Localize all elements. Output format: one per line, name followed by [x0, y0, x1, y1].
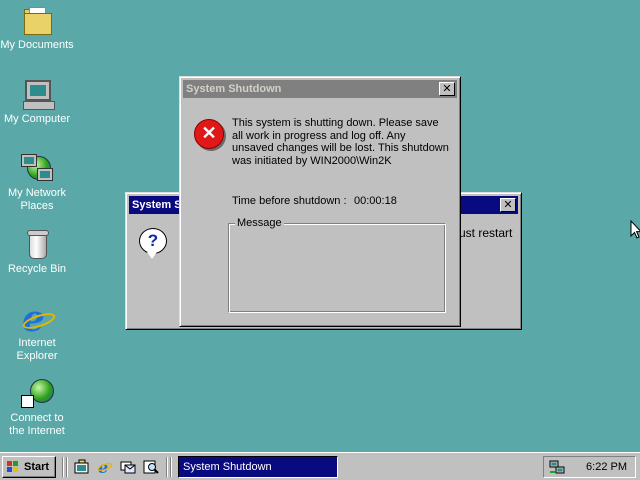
desktop-icon-my-documents[interactable]: My Documents	[0, 4, 75, 52]
background-dialog-text: ust restart	[459, 226, 513, 240]
desktop-icon-label: My Documents	[0, 39, 74, 51]
desktop-icon-label: My Network Places	[7, 187, 67, 212]
shutdown-message: This system is shutting down. Please sav…	[232, 117, 449, 167]
background-dialog-title: System S	[132, 199, 182, 211]
desktop-icon-label: Connect to the Internet	[9, 412, 65, 437]
message-groupbox: Message	[228, 217, 446, 313]
system-tray: 6:22 PM	[543, 456, 636, 478]
clock[interactable]: 6:22 PM	[586, 457, 627, 477]
desktop-icon-my-computer[interactable]: My Computer	[0, 78, 75, 126]
taskbar: Start e System Shutdown 6:22 PM	[0, 452, 640, 480]
time-before-shutdown-label: Time before shutdown :	[232, 195, 347, 207]
ie-quicklaunch-icon[interactable]: e	[97, 458, 113, 477]
windows-logo-icon	[7, 461, 19, 473]
network-tray-icon[interactable]	[549, 459, 565, 475]
shutdown-dialog-close-button[interactable]: ✕	[439, 82, 455, 96]
show-desktop-icon[interactable]	[74, 459, 90, 475]
outlook-quicklaunch-icon[interactable]	[120, 459, 136, 475]
search-quicklaunch-icon[interactable]	[143, 459, 159, 475]
folder-icon	[21, 4, 53, 36]
recycle-bin-icon	[21, 228, 53, 260]
shutdown-dialog: System Shutdown ✕ ✕ This system is shutt…	[179, 76, 461, 327]
mouse-cursor-icon	[630, 220, 640, 239]
error-icon: ✕	[194, 119, 224, 149]
question-icon: ?	[139, 228, 169, 260]
shutdown-dialog-title: System Shutdown	[186, 83, 282, 95]
message-group-label: Message	[235, 217, 284, 230]
computer-icon	[21, 78, 55, 110]
time-before-shutdown-value: 00:00:18	[354, 195, 397, 207]
start-label: Start	[24, 461, 50, 473]
desktop-icon-label: Internet Explorer	[16, 337, 58, 362]
ie-icon: e	[20, 298, 58, 340]
desktop-icon-connect-to-internet[interactable]: ↗ Connect to the Internet	[0, 377, 75, 438]
desktop-icon-my-network-places[interactable]: My Network Places	[0, 152, 75, 213]
background-dialog-close-button[interactable]: ✕	[500, 198, 516, 212]
desktop-icon-label: My Computer	[3, 113, 71, 125]
network-icon	[21, 152, 53, 184]
connect-icon: ↗	[21, 377, 54, 409]
taskbar-button-system-shutdown[interactable]: System Shutdown	[178, 456, 338, 478]
desktop-icon-recycle-bin[interactable]: Recycle Bin	[0, 228, 75, 276]
shutdown-dialog-titlebar[interactable]: System Shutdown ✕	[183, 80, 457, 98]
desktop-icon-label: Recycle Bin	[7, 263, 67, 275]
start-button[interactable]: Start	[2, 456, 56, 478]
desktop-icon-internet-explorer[interactable]: e Internet Explorer	[0, 298, 75, 363]
